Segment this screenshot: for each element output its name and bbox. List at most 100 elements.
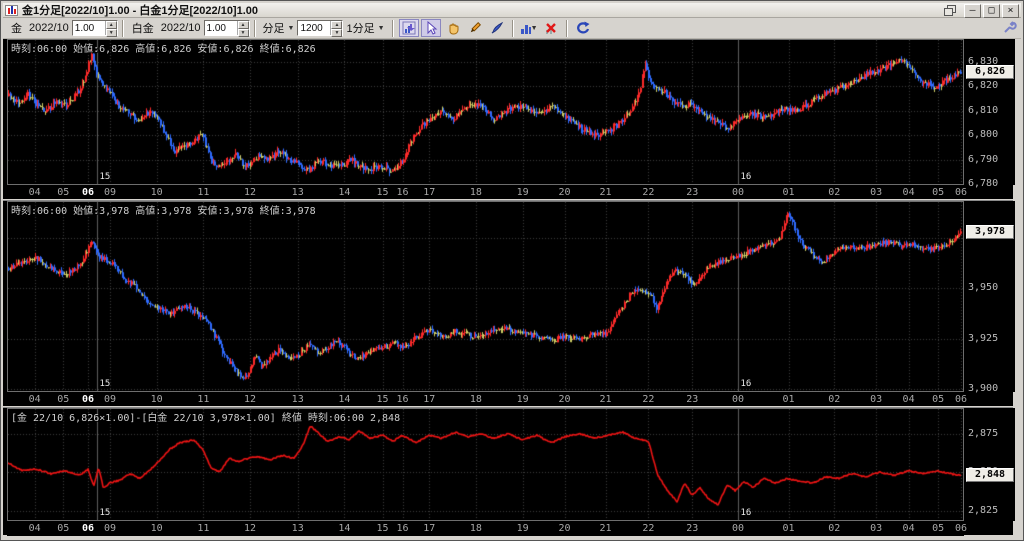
quill-pen-icon [490,21,504,35]
settings-wrench-button[interactable] [1003,21,1017,39]
time-axis-label: 05 [52,187,74,198]
platinum-ratio-value[interactable]: 1.00 [205,21,237,35]
time-axis-label: 15 [372,187,394,198]
bar-count-spinner[interactable]: 1200 ▲▼ [297,20,343,36]
spread-plot[interactable]: [金 22/10 6,826×1.00]-[白金 22/10 3,978×1.0… [7,408,964,521]
date-change-label: 16 [741,172,752,182]
chart-crosshair-icon [402,21,416,35]
price-axis-label: 3,950 [968,282,998,293]
time-axis-label: 17 [418,523,440,534]
gold-ratio-value[interactable]: 1.00 [73,21,105,35]
time-axis-label: 06 [950,394,972,405]
time-axis-label: 15 [372,394,394,405]
price-axis-label: 2,875 [968,428,998,439]
platinum-plot[interactable]: 時刻:06:00 始値:3,978 高値:3,978 安値:3,978 終値:3… [7,201,964,392]
minimize-button[interactable]: – [964,4,981,18]
spin-up-icon[interactable]: ▲ [331,21,342,29]
platinum-ratio-spinner[interactable]: 1.00 ▲▼ [204,20,250,36]
toolbar-separator [254,20,256,37]
time-axis-label: 20 [554,523,576,534]
window-title: 金1分足[2022/10]1.00 - 白金1分足[2022/10]1.00 [22,2,258,18]
gold-plot[interactable]: 時刻:06:00 始値:6,826 高値:6,826 安値:6,826 終値:6… [7,39,964,185]
bar-count-value[interactable]: 1200 [298,21,330,35]
time-axis-label: 20 [554,187,576,198]
time-axis-label: 19 [512,187,534,198]
spin-down-icon[interactable]: ▼ [238,29,249,37]
time-axis-label: 13 [287,394,309,405]
refresh-button[interactable] [573,19,593,37]
time-axis-label: 05 [927,187,949,198]
maximize-button[interactable]: □ [983,4,1000,18]
time-axis-label: 23 [681,394,703,405]
clear-chart-button[interactable] [541,19,561,37]
time-axis-label: 01 [778,523,800,534]
time-axis-label: 05 [927,523,949,534]
spin-down-icon[interactable]: ▼ [106,29,117,37]
time-axis-label: 02 [823,394,845,405]
time-axis-label: 10 [146,187,168,198]
gold-contract-month: 2022/10 [29,22,69,34]
chevron-down-icon: ▼ [531,25,538,32]
bar-type-dropdown[interactable]: 分足▼ [260,19,298,37]
pan-tool-button[interactable] [443,19,463,37]
gold-ratio-spinner[interactable]: 1.00 ▲▼ [72,20,118,36]
draw-freehand-tool-button[interactable] [487,19,507,37]
price-axis-label: 6,810 [968,105,998,116]
select-tool-button[interactable] [421,19,441,37]
time-axis-label: 14 [333,394,355,405]
time-axis-label: 03 [865,394,887,405]
date-change-label: 16 [741,508,752,518]
platinum-candlestick-panel: 時刻:06:00 始値:3,978 高値:3,978 安値:3,978 終値:3… [3,199,1013,406]
time-axis-label: 04 [24,187,46,198]
time-axis-label: 11 [192,187,214,198]
spread-line-canvas [8,409,963,520]
time-axis-label: 21 [595,523,617,534]
time-axis-label: 06 [950,523,972,534]
time-axis-label: 05 [52,394,74,405]
time-axis-label: 16 [392,187,414,198]
toolbar-separator [392,20,394,37]
time-axis-label: 13 [287,187,309,198]
time-axis-label: 12 [239,394,261,405]
time-axis-label: 17 [418,187,440,198]
spin-up-icon[interactable]: ▲ [238,21,249,29]
time-axis-label: 20 [554,394,576,405]
spin-down-icon[interactable]: ▼ [331,29,342,37]
time-axis-label: 13 [287,523,309,534]
candlestick-app-icon [5,5,18,16]
time-axis-label: 09 [99,523,121,534]
interval-dropdown[interactable]: 1分足▼ [343,19,387,37]
delete-x-icon [544,21,558,35]
spread-last-value-tag: 2,848 [966,468,1014,482]
close-button[interactable]: × [1002,4,1019,18]
time-axis-label: 00 [727,523,749,534]
gold-candles-canvas [8,40,963,184]
draw-line-tool-button[interactable] [465,19,485,37]
cursor-arrow-icon [424,21,438,35]
gold-last-price-tag: 6,826 [966,65,1014,79]
time-axis-label: 01 [778,187,800,198]
time-axis-label: 18 [465,523,487,534]
time-axis-label: 04 [898,523,920,534]
title-bar[interactable]: 金1分足[2022/10]1.00 - 白金1分足[2022/10]1.00 –… [3,3,1021,18]
time-axis-label: 05 [52,523,74,534]
spin-up-icon[interactable]: ▲ [106,21,117,29]
platinum-ohlc-info: 時刻:06:00 始値:3,978 高値:3,978 安値:3,978 終値:3… [11,202,316,217]
price-axis-label: 6,820 [968,80,998,91]
price-axis-label: 6,780 [968,178,998,189]
price-axis-label: 3,925 [968,333,998,344]
time-axis-label: 14 [333,523,355,534]
toolbar-separator [512,20,514,37]
crosshair-tool-button[interactable] [399,19,419,37]
time-axis-label: 12 [239,187,261,198]
time-axis-label: 06 [77,187,99,198]
layered-windows-icon[interactable] [944,5,958,17]
platinum-contract-month: 2022/10 [161,22,201,34]
chart-type-button[interactable]: ▼ [519,19,539,37]
charts-area: 時刻:06:00 始値:6,826 高値:6,826 安値:6,826 終値:6… [3,39,1013,535]
time-axis-label: 04 [24,523,46,534]
time-axis-label: 03 [865,187,887,198]
time-axis-label: 22 [637,394,659,405]
date-change-label: 16 [741,379,752,389]
spread-formula-info: [金 22/10 6,826×1.00]-[白金 22/10 3,978×1.0… [11,409,400,424]
